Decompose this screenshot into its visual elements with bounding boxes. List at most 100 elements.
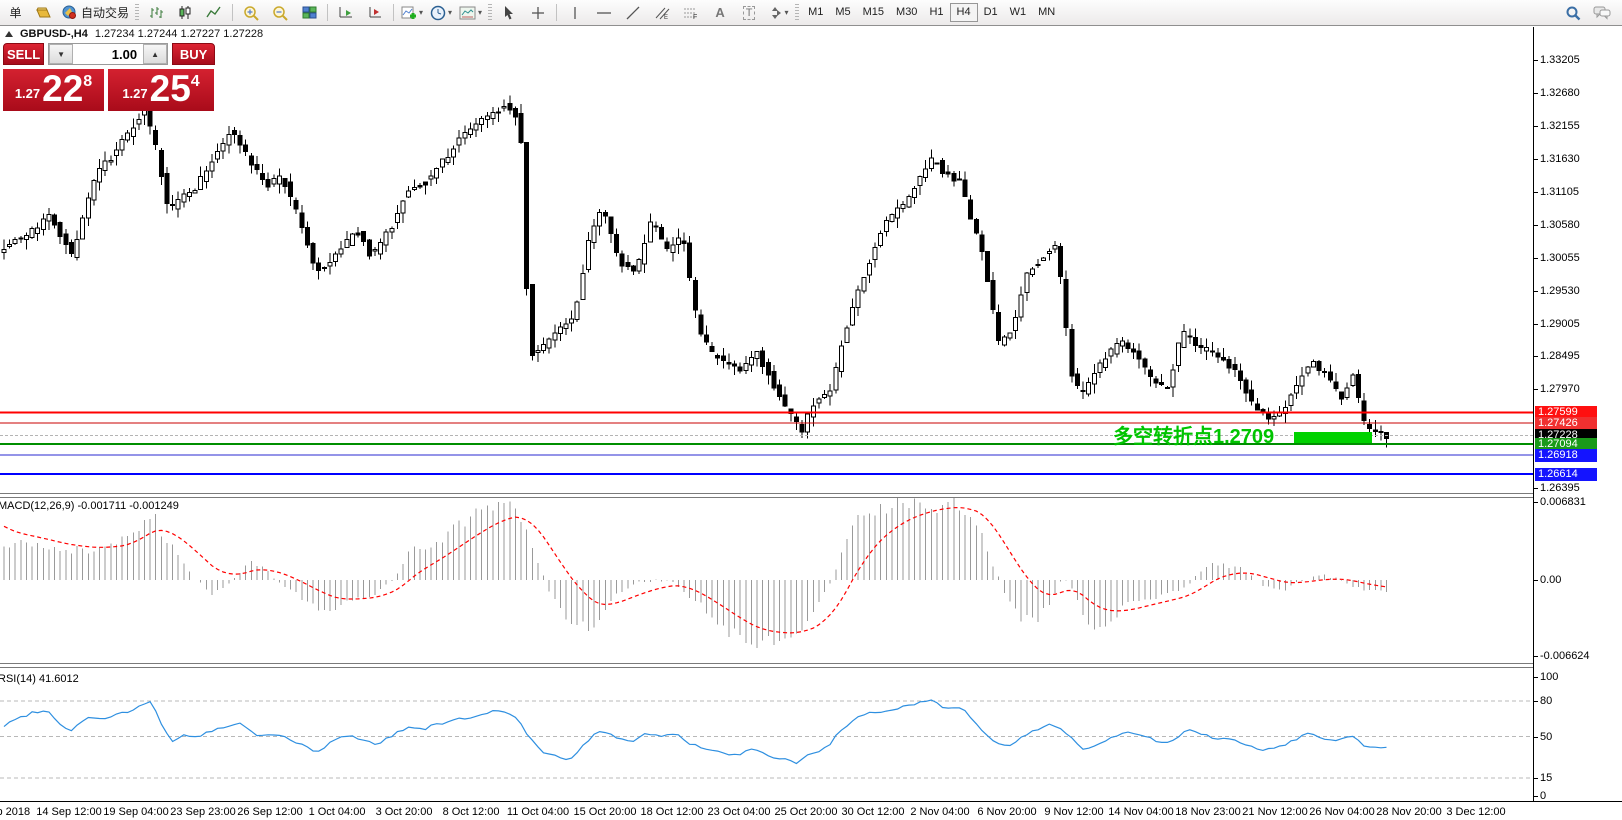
- text-button[interactable]: A: [706, 1, 734, 24]
- candle-body: [188, 192, 192, 196]
- candle-body: [794, 417, 798, 422]
- candle-body: [856, 290, 860, 307]
- candle-body: [1109, 349, 1113, 356]
- equidistant-channel-button[interactable]: E: [648, 1, 676, 24]
- text-label-button[interactable]: T: [735, 1, 763, 24]
- candle-body: [631, 266, 635, 271]
- candle-body: [1182, 332, 1186, 348]
- time-axis-label: 11 Oct 04:00: [502, 806, 574, 818]
- candle-body: [75, 240, 79, 258]
- candle-body: [1126, 343, 1130, 349]
- timeframe-h1[interactable]: H1: [923, 3, 949, 22]
- main-price-pane[interactable]: [0, 27, 1533, 493]
- arrows-button[interactable]: ▾: [764, 1, 792, 24]
- annotation-highlight-box[interactable]: [1294, 432, 1372, 443]
- chat-button[interactable]: [1588, 1, 1616, 24]
- candle-body: [1323, 371, 1327, 372]
- toolbar-grip[interactable]: [795, 4, 799, 21]
- macd-pane[interactable]: [0, 498, 1533, 663]
- indicators-button[interactable]: ▾: [398, 1, 426, 24]
- toolbar: 单 自动交易: [0, 0, 1622, 26]
- candle-body: [300, 213, 304, 228]
- time-axis-label: 1 Oct 04:00: [301, 806, 373, 818]
- volume-up-button[interactable]: ▲: [143, 44, 167, 64]
- candle-body: [1356, 375, 1360, 398]
- fibonacci-button[interactable]: F: [677, 1, 705, 24]
- vertical-line-button[interactable]: [561, 1, 589, 24]
- horizontal-line-button[interactable]: [590, 1, 618, 24]
- candle-body: [991, 281, 995, 310]
- candle-body: [159, 150, 163, 176]
- chart-shift-button[interactable]: [361, 1, 389, 24]
- autotrading-button[interactable]: 自动交易: [58, 1, 132, 24]
- search-button[interactable]: [1559, 1, 1587, 24]
- bar-chart-button[interactable]: [142, 1, 170, 24]
- pane-separator[interactable]: [0, 493, 1622, 498]
- price-tick-label: 1.27970: [1540, 383, 1580, 395]
- timeframe-w1[interactable]: W1: [1004, 3, 1033, 22]
- timeframe-m15[interactable]: M15: [857, 3, 890, 22]
- svg-text:E: E: [664, 15, 668, 20]
- indicators-caret: ▾: [419, 8, 423, 17]
- new-order-button[interactable]: 单: [0, 1, 28, 24]
- price-tick-label: 1.28495: [1540, 350, 1580, 362]
- timeframe-mn[interactable]: MN: [1032, 3, 1061, 22]
- price-axis-tick: [1534, 488, 1538, 489]
- auto-scroll-button[interactable]: [332, 1, 360, 24]
- candle-body: [564, 324, 568, 328]
- trendline-button[interactable]: [619, 1, 647, 24]
- buy-price-display[interactable]: 1.27 25 4: [108, 69, 214, 111]
- time-axis-label: 18 Nov 23:00: [1172, 806, 1244, 818]
- templates-button[interactable]: ▾: [456, 1, 485, 24]
- tile-windows-button[interactable]: [295, 1, 323, 24]
- volume-input[interactable]: 1.00: [73, 44, 143, 64]
- timeframe-m30[interactable]: M30: [890, 3, 923, 22]
- candle-body: [2, 250, 6, 253]
- zoom-out-button[interactable]: [266, 1, 294, 24]
- cursor-button[interactable]: [495, 1, 523, 24]
- sell-button[interactable]: SELL: [3, 43, 44, 65]
- price-axis-tick: [1534, 192, 1538, 193]
- candle-body: [154, 131, 158, 145]
- candle-body: [1154, 379, 1158, 383]
- oneclick-collapse-arrow[interactable]: [5, 31, 13, 37]
- pane-separator[interactable]: [0, 663, 1622, 668]
- candle-body: [716, 355, 720, 358]
- rsi-pane[interactable]: [0, 668, 1533, 801]
- horizontal-line-icon: [596, 9, 612, 17]
- candle-body: [1351, 375, 1355, 385]
- time-axis-label: 2 Nov 04:00: [904, 806, 976, 818]
- candle-body: [339, 249, 343, 254]
- candle-body: [1295, 386, 1299, 394]
- time-axis[interactable]: 4 Sep 201814 Sep 12:0019 Sep 04:0023 Sep…: [0, 801, 1622, 820]
- candle-body: [463, 132, 467, 138]
- candle-body: [553, 333, 557, 340]
- price-axis[interactable]: 1.332051.326801.321551.316301.311051.305…: [1533, 27, 1622, 801]
- crosshair-button[interactable]: [524, 1, 552, 24]
- toolbar-separator: [393, 4, 394, 21]
- candle-body: [311, 244, 315, 263]
- orders-history-button[interactable]: [29, 1, 57, 24]
- candle-body: [823, 395, 827, 398]
- candle-body: [986, 251, 990, 281]
- line-chart-icon: [206, 5, 222, 20]
- timeframe-m5[interactable]: M5: [829, 3, 856, 22]
- periods-button[interactable]: ▾: [427, 1, 455, 24]
- toolbar-grip[interactable]: [488, 4, 492, 21]
- timeframe-m1[interactable]: M1: [802, 3, 829, 22]
- price-tick-label: 1.33205: [1540, 54, 1580, 66]
- volume-down-button[interactable]: ▼: [49, 44, 73, 64]
- candlestick-chart-button[interactable]: [171, 1, 199, 24]
- candle-body: [1238, 371, 1242, 380]
- buy-button[interactable]: BUY: [172, 43, 215, 65]
- toolbar-grip[interactable]: [135, 4, 139, 21]
- timeframe-h4[interactable]: H4: [950, 3, 978, 22]
- line-chart-button[interactable]: [200, 1, 228, 24]
- zoom-in-button[interactable]: [237, 1, 265, 24]
- candle-body: [935, 163, 939, 164]
- macd-axis-tick: [1534, 580, 1538, 581]
- sell-price-display[interactable]: 1.27 22 8: [3, 69, 104, 111]
- sell-price-pip: 8: [83, 73, 92, 91]
- timeframe-d1[interactable]: D1: [978, 3, 1004, 22]
- templates-icon: [459, 6, 476, 20]
